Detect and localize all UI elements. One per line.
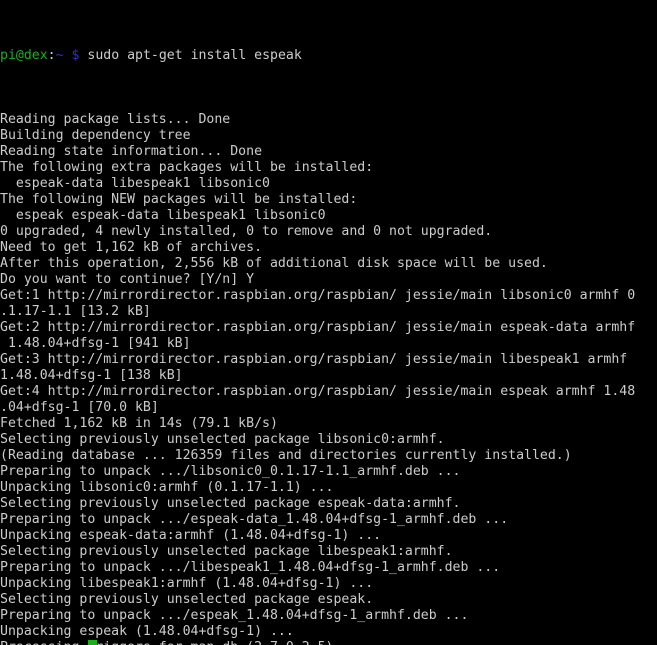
terminal-output-line: Get:2 http://mirrordirector.raspbian.org… <box>0 320 636 335</box>
terminal-output-line: The following NEW packages will be insta… <box>0 192 358 207</box>
terminal-output-line: Unpacking libespeak1:armhf (1.48.04+dfsg… <box>0 576 374 591</box>
terminal-output-line: Get:4 http://mirrordirector.raspbian.org… <box>0 384 636 399</box>
terminal-output-line: Unpacking libsonic0:armhf (0.1.17-1.1) .… <box>0 480 334 495</box>
terminal-output-line: Selecting previously unselected package … <box>0 544 453 559</box>
terminal-output-line: Selecting previously unselected package … <box>0 496 461 511</box>
terminal-output-line: 1.48.04+dfsg-1 [138 kB] <box>0 368 183 383</box>
terminal-output-line: Get:1 http://mirrordirector.raspbian.org… <box>0 288 636 303</box>
command-prompt-line: pi@dex:~ $ sudo apt-get install espeak <box>0 48 657 64</box>
prompt-user-host: pi@dex <box>0 48 48 63</box>
terminal-output-line: 1.48.04+dfsg-1 [941 kB] <box>0 336 191 351</box>
command-text: sudo apt-get install espeak <box>79 48 302 63</box>
terminal-output-line: 0 upgraded, 4 newly installed, 0 to remo… <box>0 224 493 239</box>
terminal-output-line: Unpacking espeak-data:armhf (1.48.04+dfs… <box>0 528 382 543</box>
terminal-output-line: Get:3 http://mirrordirector.raspbian.org… <box>0 352 628 367</box>
terminal-output-line: Processing triggers for man-db (2.7.0.2-… <box>0 640 657 645</box>
terminal-output-line: espeak-data libespeak1 libsonic0 <box>0 176 270 191</box>
text-cursor <box>88 640 97 645</box>
terminal-output-line: Unpacking espeak (1.48.04+dfsg-1) ... <box>0 624 294 639</box>
terminal-output-line: The following extra packages will be ins… <box>0 160 374 175</box>
terminal-output-line: After this operation, 2,556 kB of additi… <box>0 256 548 271</box>
terminal-output-line: Fetched 1,162 kB in 14s (79.1 kB/s) <box>0 416 278 431</box>
terminal-output-line: Need to get 1,162 kB of archives. <box>0 240 263 255</box>
terminal-output-line: Reading state information... Done <box>0 144 263 159</box>
terminal-output-line: Preparing to unpack .../espeak-data_1.48… <box>0 512 509 527</box>
terminal-output-line: .04+dfsg-1 [70.0 kB] <box>0 400 159 415</box>
terminal-output-line: Reading package lists... Done <box>0 112 231 127</box>
prompt-colon: : <box>47 48 56 63</box>
terminal-output-line: (Reading database ... 126359 files and d… <box>0 448 572 463</box>
terminal-output: Reading package lists... Done Building de… <box>0 112 657 645</box>
terminal-output-line: Do you want to continue? [Y/n] Y <box>0 272 255 287</box>
terminal-output-line: Selecting previously unselected package … <box>0 432 445 447</box>
terminal-output-line: Preparing to unpack .../libsonic0_0.1.17… <box>0 464 461 479</box>
terminal-window[interactable]: pi@dex:~ $ sudo apt-get install espeak R… <box>0 0 657 645</box>
terminal-output-line: Selecting previously unselected package … <box>0 592 374 607</box>
terminal-output-line: espeak espeak-data libespeak1 libsonic0 <box>0 208 326 223</box>
terminal-output-line: .1.17-1.1 [13.2 kB] <box>0 304 151 319</box>
terminal-output-line: Building dependency tree <box>0 128 191 143</box>
prompt-path: ~ <box>55 48 64 63</box>
terminal-output-line: Preparing to unpack .../espeak_1.48.04+d… <box>0 608 469 623</box>
terminal-output-line: Preparing to unpack .../libespeak1_1.48.… <box>0 560 501 575</box>
